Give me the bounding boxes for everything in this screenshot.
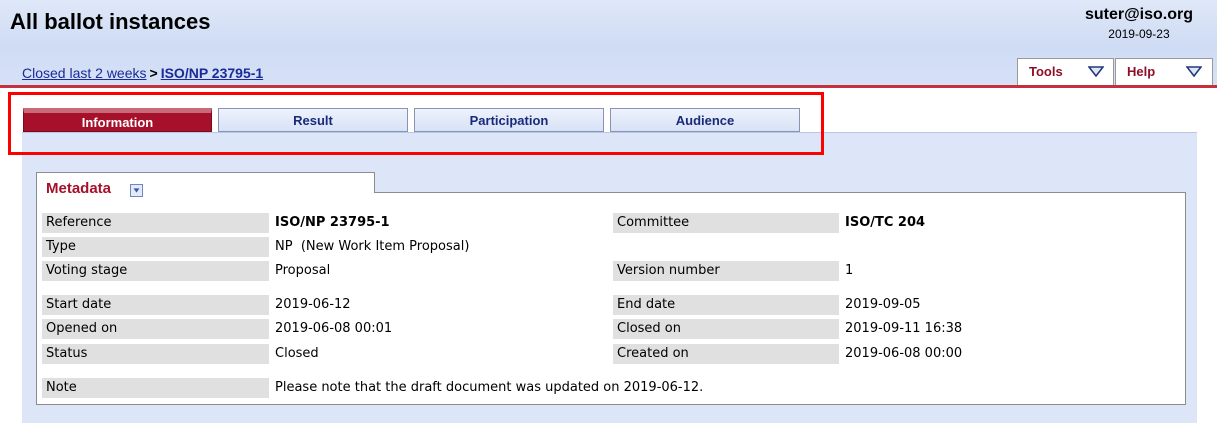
metadata-dropdown-icon[interactable] xyxy=(130,184,143,197)
version-number-value: 1 xyxy=(845,263,854,278)
version-number-label: Version number xyxy=(613,261,839,281)
chevron-down-icon xyxy=(1186,66,1202,77)
page-title: All ballot instances xyxy=(10,9,211,34)
current-date: 2019-09-23 xyxy=(1108,27,1170,41)
committee-label: Committee xyxy=(613,213,839,233)
committee-value: ISO/TC 204 xyxy=(845,215,926,230)
breadcrumb: Closed last 2 weeks > ISO/NP 23795-1 xyxy=(22,65,263,81)
user-info: suter@iso.org 2019-09-23 xyxy=(1085,6,1193,41)
closed-on-value: 2019-09-11 16:38 xyxy=(845,321,963,336)
reference-value: ISO/NP 23795-1 xyxy=(275,215,390,230)
end-date-value: 2019-09-05 xyxy=(845,297,921,312)
status-value: Closed xyxy=(275,346,319,361)
note-label: Note xyxy=(42,378,269,398)
note-value: Please note that the draft document was … xyxy=(275,380,704,395)
status-label: Status xyxy=(42,344,269,364)
created-on-label: Created on xyxy=(613,344,839,364)
help-menu-label: Help xyxy=(1127,64,1156,79)
user-email: suter@iso.org xyxy=(1084,6,1193,23)
opened-on-value: 2019-06-08 00:01 xyxy=(275,321,393,336)
created-on-value: 2019-06-08 00:00 xyxy=(845,346,963,361)
tools-menu-label: Tools xyxy=(1029,64,1063,79)
closed-on-label: Closed on xyxy=(613,319,839,339)
chevron-down-icon xyxy=(1088,66,1104,77)
breadcrumb-current-link[interactable]: ISO/NP 23795-1 xyxy=(161,65,263,81)
type-label: Type xyxy=(42,237,269,257)
tabs-highlight-box xyxy=(8,92,824,155)
header-divider xyxy=(0,85,1217,88)
start-date-value: 2019-06-12 xyxy=(275,297,351,312)
voting-stage-label: Voting stage xyxy=(42,261,269,281)
voting-stage-value: Proposal xyxy=(275,263,331,278)
help-menu-button[interactable]: Help xyxy=(1115,58,1213,85)
breadcrumb-parent-link[interactable]: Closed last 2 weeks xyxy=(22,65,147,81)
metadata-title: Metadata xyxy=(46,180,112,197)
opened-on-label: Opened on xyxy=(42,319,269,339)
end-date-label: End date xyxy=(613,295,839,315)
reference-label: Reference xyxy=(42,213,269,233)
tools-menu-button[interactable]: Tools xyxy=(1017,58,1114,85)
start-date-label: Start date xyxy=(42,295,269,315)
breadcrumb-separator: > xyxy=(149,65,158,81)
type-value: NP (New Work Item Proposal) xyxy=(275,239,470,254)
